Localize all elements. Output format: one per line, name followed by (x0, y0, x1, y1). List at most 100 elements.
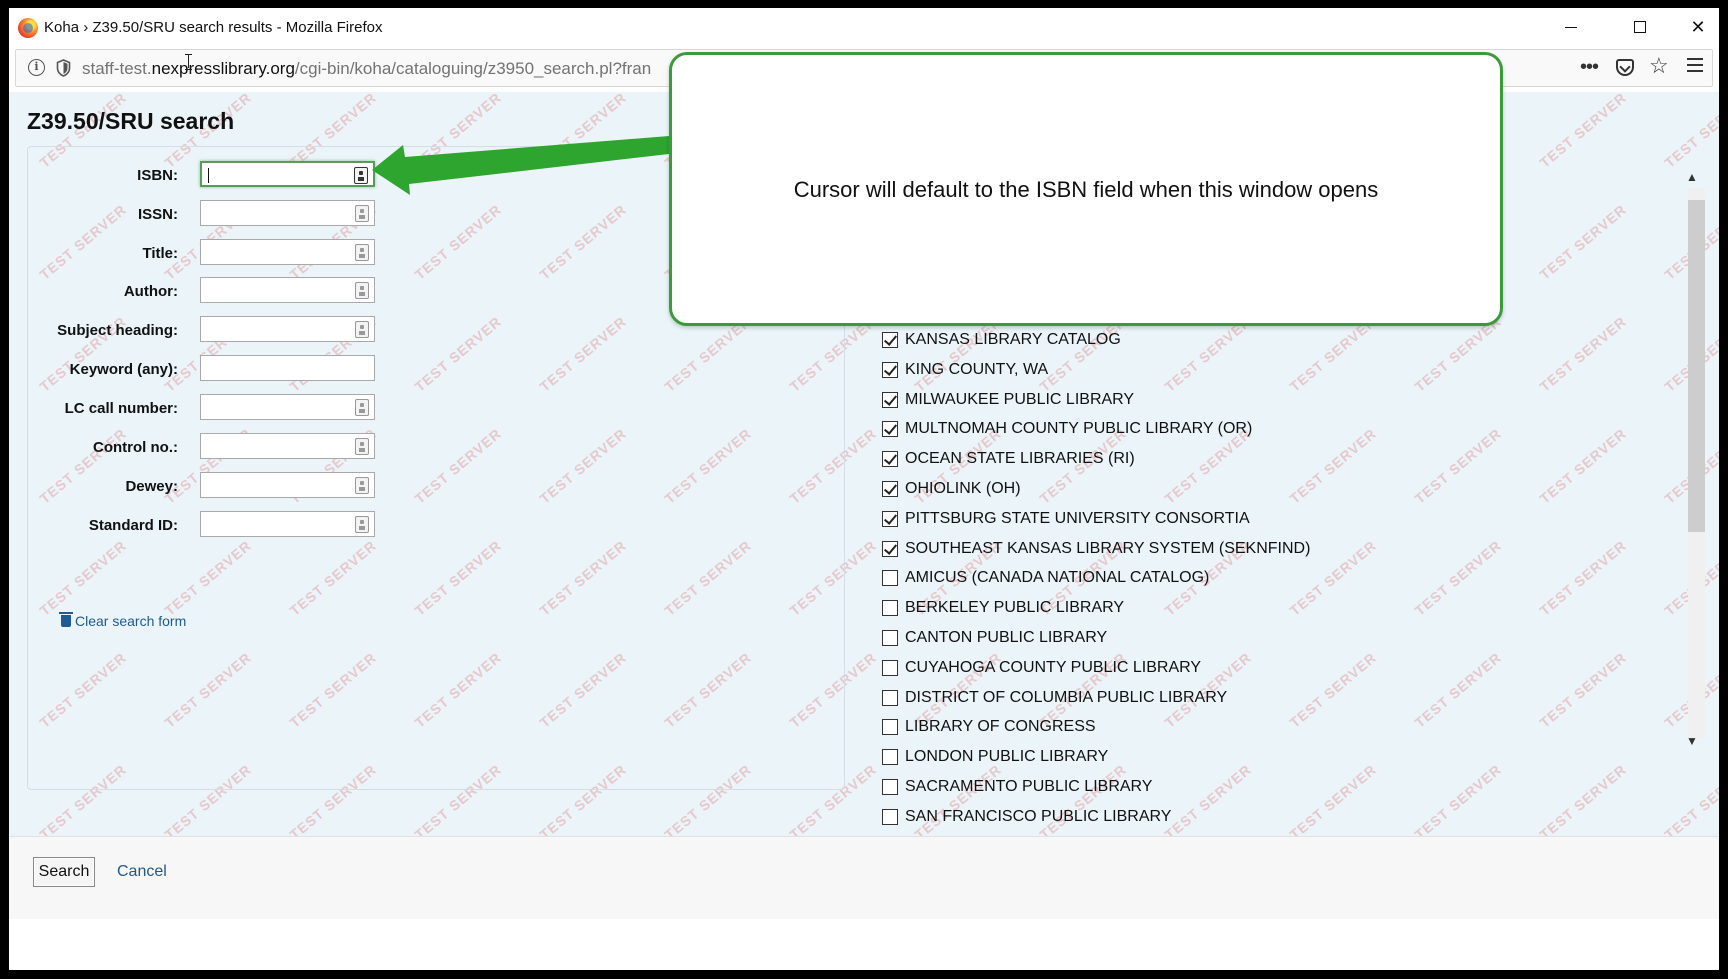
server-checkbox[interactable] (882, 510, 898, 527)
virtual-keyboard-icon[interactable] (355, 477, 369, 494)
server-list-item[interactable]: LIBRARY OF CONGRESS (882, 716, 1096, 738)
server-checkbox[interactable] (882, 451, 898, 468)
info-icon[interactable]: i (28, 59, 45, 76)
scrollbar-thumb[interactable] (1688, 200, 1705, 532)
server-list-item[interactable]: SAN FRANCISCO PUBLIC LIBRARY (882, 806, 1171, 828)
server-checkbox[interactable] (882, 779, 898, 795)
minimize-button[interactable] (1548, 12, 1594, 42)
server-checkbox[interactable] (882, 600, 898, 617)
search-input[interactable] (200, 394, 375, 420)
field-row: ISBN: (28, 161, 375, 189)
server-checkbox[interactable] (882, 808, 898, 825)
server-list-item[interactable]: DISTRICT OF COLUMBIA PUBLIC LIBRARY (882, 687, 1227, 709)
search-input[interactable] (200, 472, 375, 498)
server-checkbox[interactable] (882, 570, 898, 587)
server-checkbox[interactable] (882, 481, 898, 497)
test-server-watermark: TEST SERVER (1661, 761, 1719, 843)
server-checkbox[interactable] (882, 630, 898, 646)
field-label: Control no.: (93, 439, 178, 456)
server-checkbox[interactable] (882, 332, 898, 348)
field-row: Control no.: (28, 433, 375, 461)
server-list-item[interactable]: SOUTHEAST KANSAS LIBRARY SYSTEM (SEKNFIN… (882, 538, 1310, 560)
test-server-watermark: TEST SERVER (1536, 425, 1630, 507)
scroll-down-icon[interactable]: ▼ (1686, 734, 1698, 748)
tracking-shield-icon[interactable] (56, 59, 71, 77)
server-list-item[interactable]: BERKELEY PUBLIC LIBRARY (882, 597, 1124, 619)
server-checkbox[interactable] (882, 361, 898, 378)
search-input[interactable] (200, 316, 375, 342)
field-row: LC call number: (28, 394, 375, 422)
server-checkbox[interactable] (882, 540, 898, 557)
clear-search-form-link[interactable]: Clear search form (59, 612, 186, 629)
test-server-watermark: TEST SERVER (1036, 761, 1130, 843)
server-checkbox[interactable] (882, 391, 898, 408)
server-list-item[interactable]: SACRAMENTO PUBLIC LIBRARY (882, 776, 1152, 798)
server-list-item[interactable]: KANSAS LIBRARY CATALOG (882, 329, 1121, 351)
server-checkbox[interactable] (882, 749, 898, 766)
server-list-item[interactable]: CANTON PUBLIC LIBRARY (882, 627, 1107, 649)
search-input[interactable] (200, 161, 375, 187)
url-path: /cgi-bin/koha/cataloguing/z3950_search.p… (294, 59, 652, 78)
field-row: ISSN: (28, 200, 375, 228)
close-button[interactable]: ✕ (1675, 12, 1719, 42)
server-label: CANTON PUBLIC LIBRARY (905, 629, 1108, 646)
virtual-keyboard-icon[interactable] (355, 205, 369, 222)
virtual-keyboard-icon[interactable] (355, 244, 369, 261)
url-text[interactable]: staff-test.nexpresslibrary.org/cgi-bin/k… (82, 59, 651, 79)
server-label: LONDON PUBLIC LIBRARY (905, 748, 1109, 766)
search-input[interactable] (200, 433, 375, 459)
virtual-keyboard-icon[interactable] (354, 167, 368, 184)
field-label: Subject heading: (57, 322, 178, 339)
bookmark-star-icon[interactable]: ☆ (1649, 53, 1669, 79)
field-row: Author: (28, 277, 375, 305)
server-list-item[interactable]: OHIOLINK (OH) (882, 478, 1021, 500)
field-label: LC call number: (64, 400, 178, 417)
test-server-watermark: TEST SERVER (911, 761, 1005, 843)
server-label: DISTRICT OF COLUMBIA PUBLIC LIBRARY (905, 688, 1228, 706)
server-list-item[interactable]: OCEAN STATE LIBRARIES (RI) (882, 448, 1135, 470)
test-server-watermark: TEST SERVER (1411, 649, 1505, 731)
pocket-icon[interactable] (1616, 59, 1634, 76)
server-list-item[interactable]: PITTSBURG STATE UNIVERSITY CONSORTIA (882, 508, 1250, 530)
virtual-keyboard-icon[interactable] (355, 399, 369, 416)
search-input[interactable] (200, 355, 375, 381)
search-input[interactable] (200, 511, 375, 537)
virtual-keyboard-icon[interactable] (355, 282, 369, 299)
server-list-item[interactable]: MULTNOMAH COUNTY PUBLIC LIBRARY (OR) (882, 418, 1252, 440)
footer-bar: Search Cancel (9, 836, 1719, 919)
search-input[interactable] (200, 239, 375, 265)
server-list-item[interactable]: MILWAUKEE PUBLIC LIBRARY (882, 389, 1134, 411)
server-checkbox[interactable] (882, 689, 898, 706)
server-list-item[interactable]: LONDON PUBLIC LIBRARY (882, 746, 1108, 768)
page-actions-more-icon[interactable]: ••• (1580, 56, 1599, 79)
scroll-up-icon[interactable]: ▲ (1686, 170, 1698, 184)
virtual-keyboard-icon[interactable] (355, 438, 369, 455)
server-checkbox[interactable] (882, 719, 898, 736)
server-label: BERKELEY PUBLIC LIBRARY (905, 599, 1125, 617)
browser-window: Koha › Z39.50/SRU search results - Mozil… (9, 8, 1719, 970)
server-label: MILWAUKEE PUBLIC LIBRARY (905, 390, 1135, 408)
server-label: OHIOLINK (OH) (905, 480, 1021, 497)
server-label: SOUTHEAST KANSAS LIBRARY SYSTEM (SEKNFIN… (905, 539, 1311, 557)
search-input[interactable] (200, 277, 375, 303)
search-button[interactable]: Search (33, 857, 95, 887)
virtual-keyboard-icon[interactable] (355, 321, 369, 338)
page-title: Z39.50/SRU search (27, 108, 235, 134)
search-input[interactable] (200, 200, 375, 226)
server-label: PITTSBURG STATE UNIVERSITY CONSORTIA (905, 509, 1250, 527)
virtual-keyboard-icon[interactable] (355, 516, 369, 533)
server-list-item[interactable]: KING COUNTY, WA (882, 359, 1048, 381)
server-checkbox[interactable] (882, 659, 898, 676)
window-title: Koha › Z39.50/SRU search results - Mozil… (44, 19, 383, 36)
server-list-item[interactable]: CUYAHOGA COUNTY PUBLIC LIBRARY (882, 657, 1201, 679)
server-list-item[interactable]: AMICUS (CANADA NATIONAL CATALOG) (882, 567, 1209, 589)
test-server-watermark: TEST SERVER (1661, 92, 1719, 171)
test-server-watermark: TEST SERVER (1411, 425, 1505, 507)
mouse-ibeam-cursor-icon (185, 54, 193, 70)
server-checkbox[interactable] (882, 421, 898, 438)
hamburger-menu-icon[interactable] (1687, 58, 1703, 76)
test-server-watermark: TEST SERVER (1536, 537, 1630, 619)
test-server-watermark: TEST SERVER (1536, 761, 1630, 843)
maximize-button[interactable] (1617, 12, 1663, 42)
cancel-link[interactable]: Cancel (117, 863, 167, 881)
